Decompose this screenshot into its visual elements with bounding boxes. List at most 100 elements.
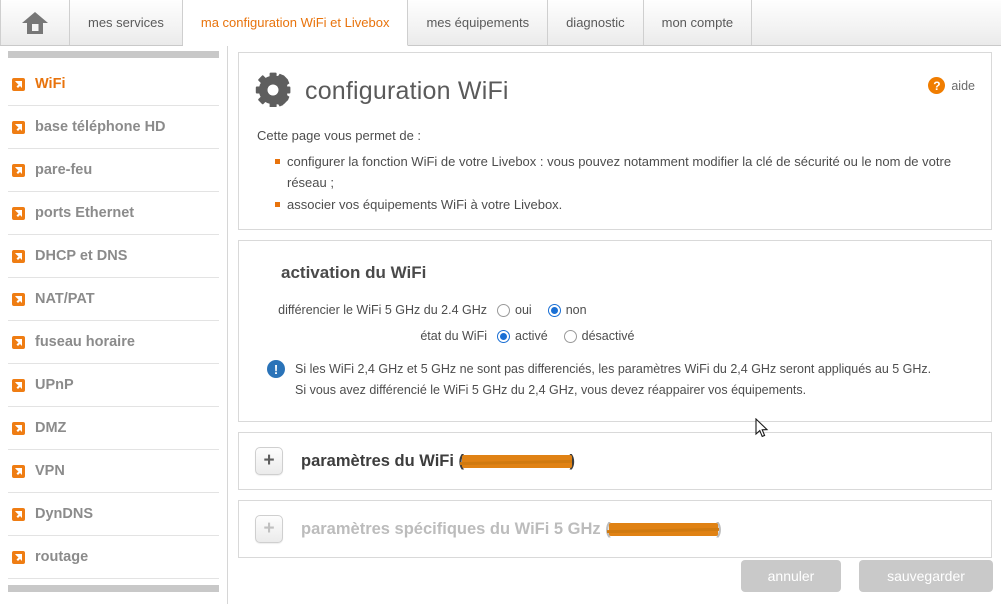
tab-diagnostic[interactable]: diagnostic xyxy=(548,0,644,45)
page-header: configuration WiFi ? aide xyxy=(255,67,975,122)
sidebar-item-label: DMZ xyxy=(35,420,67,436)
arrow-square-icon xyxy=(12,550,25,564)
form-row-etat-wifi: état du WiFi activé désactivé xyxy=(259,329,971,343)
radio-label-oui: oui xyxy=(515,303,532,317)
form-row-differenciation: différencier le WiFi 5 GHz du 2.4 GHz ou… xyxy=(259,303,971,317)
help-label: aide xyxy=(951,78,975,93)
collapse-row-parametres-wifi-5ghz: + paramètres spécifiques du WiFi 5 GHz (… xyxy=(239,501,991,557)
sidebar-item-label: NAT/PAT xyxy=(35,291,95,307)
radio-label-active: activé xyxy=(515,329,548,343)
sidebar-item-label: WiFi xyxy=(35,76,66,92)
sidebar-item-label: base téléphone HD xyxy=(35,119,166,135)
collapse-title-parametres-wifi: paramètres du WiFi (SSID masqué) xyxy=(301,452,575,471)
save-button[interactable]: sauvegarder xyxy=(859,560,993,592)
sidebar-item-label: fuseau horaire xyxy=(35,334,135,350)
page-title: configuration WiFi xyxy=(305,77,509,105)
question-mark-icon: ? xyxy=(928,77,946,94)
collapse-row-parametres-wifi[interactable]: + paramètres du WiFi (SSID masqué) xyxy=(239,433,991,489)
tab-mes-equipements[interactable]: mes équipements xyxy=(408,0,549,45)
form-label-differenciation: différencier le WiFi 5 GHz du 2.4 GHz xyxy=(278,303,487,317)
sidebar-item-nat-pat[interactable]: NAT/PAT xyxy=(8,278,219,321)
sidebar-item-dhcp-et-dns[interactable]: DHCP et DNS xyxy=(8,235,219,278)
main-content: configuration WiFi ? aide Cette page vou… xyxy=(238,52,992,568)
info-icon: ! xyxy=(267,360,285,378)
radio-option-desactive[interactable]: désactivé xyxy=(563,329,635,343)
arrow-square-icon xyxy=(12,507,25,521)
radio-label-desactive: désactivé xyxy=(581,329,635,343)
radio-input-oui[interactable] xyxy=(497,303,510,317)
sidebar-item-base-telephone-hd[interactable]: base téléphone HD xyxy=(8,106,219,149)
sidebar-top-band xyxy=(8,51,219,58)
arrow-square-icon xyxy=(12,335,25,349)
sidebar-item-dyndns[interactable]: DynDNS xyxy=(8,493,219,536)
arrow-square-icon xyxy=(12,421,25,435)
radio-option-non[interactable]: non xyxy=(547,303,587,317)
radio-option-oui[interactable]: oui xyxy=(497,303,532,317)
tab-mon-compte[interactable]: mon compte xyxy=(643,0,753,45)
gear-icon xyxy=(255,71,291,112)
activation-panel: activation du WiFi différencier le WiFi … xyxy=(238,240,992,422)
tab-mes-services[interactable]: mes services xyxy=(70,0,183,45)
plus-glyph: + xyxy=(263,517,275,539)
list-item: configurer la fonction WiFi de votre Liv… xyxy=(275,151,975,193)
home-icon xyxy=(21,10,49,36)
intro-panel: configuration WiFi ? aide Cette page vou… xyxy=(238,52,992,230)
list-item: associer vos équipements WiFi à votre Li… xyxy=(275,194,975,215)
sidebar-menu: WiFi base téléphone HD pare-feu ports Et… xyxy=(0,63,227,579)
sidebar-bottom-band xyxy=(8,585,219,592)
tab-label: mon compte xyxy=(661,15,734,30)
radio-input-desactive[interactable] xyxy=(563,329,577,343)
arrow-square-icon xyxy=(12,163,25,177)
sidebar-item-pare-feu[interactable]: pare-feu xyxy=(8,149,219,192)
arrow-square-icon xyxy=(12,206,25,220)
arrow-square-icon xyxy=(12,378,25,392)
sidebar-item-dmz[interactable]: DMZ xyxy=(8,407,219,450)
expand-plus-icon[interactable]: + xyxy=(255,447,283,475)
info-note: ! Si les WiFi 2,4 GHz et 5 GHz ne sont p… xyxy=(267,359,971,401)
form-label-etat-wifi: état du WiFi xyxy=(420,329,487,343)
sidebar-item-label: routage xyxy=(35,549,89,565)
sidebar-item-wifi[interactable]: WiFi xyxy=(8,63,219,106)
collapse-title-parametres-wifi-5ghz: paramètres spécifiques du WiFi 5 GHz (SS… xyxy=(301,520,722,539)
sidebar-item-upnp[interactable]: UPnP xyxy=(8,364,219,407)
radio-option-active[interactable]: activé xyxy=(497,329,548,343)
section-parametres-wifi[interactable]: + paramètres du WiFi (SSID masqué) xyxy=(238,432,992,490)
cancel-button[interactable]: annuler xyxy=(741,560,841,592)
sidebar-item-fuseau-horaire[interactable]: fuseau horaire xyxy=(8,321,219,364)
sidebar-item-label: DHCP et DNS xyxy=(35,248,128,264)
tab-label: diagnostic xyxy=(566,15,625,30)
arrow-square-icon xyxy=(12,249,25,263)
radio-group-etat-wifi: activé désactivé xyxy=(497,329,650,343)
footer-actions: annuler sauvegarder xyxy=(723,560,993,592)
info-note-text: Si les WiFi 2,4 GHz et 5 GHz ne sont pas… xyxy=(295,359,931,401)
redacted-ssid: SSID masqué xyxy=(462,452,573,471)
arrow-square-icon xyxy=(12,464,25,478)
radio-group-differenciation: oui non xyxy=(497,303,603,317)
arrow-square-icon xyxy=(12,120,25,134)
sidebar-item-label: ports Ethernet xyxy=(35,205,135,221)
sidebar-item-vpn[interactable]: VPN xyxy=(8,450,219,493)
radio-label-non: non xyxy=(565,303,587,317)
main-tab-bar: mes services ma configuration WiFi et Li… xyxy=(0,0,1001,46)
section-title-activation: activation du WiFi xyxy=(281,263,427,282)
plus-glyph: + xyxy=(263,449,275,471)
radio-input-non[interactable] xyxy=(547,303,561,317)
tab-home[interactable] xyxy=(0,0,70,45)
sidebar-item-routage[interactable]: routage xyxy=(8,536,219,579)
sidebar-item-label: DynDNS xyxy=(35,506,94,522)
collapse-title-prefix: paramètres spécifiques du WiFi 5 GHz ( xyxy=(301,519,611,538)
radio-input-active[interactable] xyxy=(497,329,510,343)
arrow-square-icon xyxy=(12,292,25,306)
tab-label: ma configuration WiFi et Livebox xyxy=(200,15,390,30)
info-note-line-1: Si les WiFi 2,4 GHz et 5 GHz ne sont pas… xyxy=(295,362,932,376)
sidebar: WiFi base téléphone HD pare-feu ports Et… xyxy=(0,46,228,604)
help-button[interactable]: ? aide xyxy=(928,77,975,94)
sidebar-item-ports-ethernet[interactable]: ports Ethernet xyxy=(8,192,219,235)
tab-ma-configuration-wifi-et-livebox[interactable]: ma configuration WiFi et Livebox xyxy=(182,0,409,46)
tab-label: mes équipements xyxy=(426,15,530,30)
expand-plus-icon-disabled: + xyxy=(255,515,283,543)
sidebar-item-label: pare-feu xyxy=(35,162,93,178)
section-parametres-wifi-5ghz: + paramètres spécifiques du WiFi 5 GHz (… xyxy=(238,500,992,558)
redacted-ssid: SSID masqué xyxy=(608,520,719,539)
intro-bullet-list: configurer la fonction WiFi de votre Liv… xyxy=(255,151,975,215)
